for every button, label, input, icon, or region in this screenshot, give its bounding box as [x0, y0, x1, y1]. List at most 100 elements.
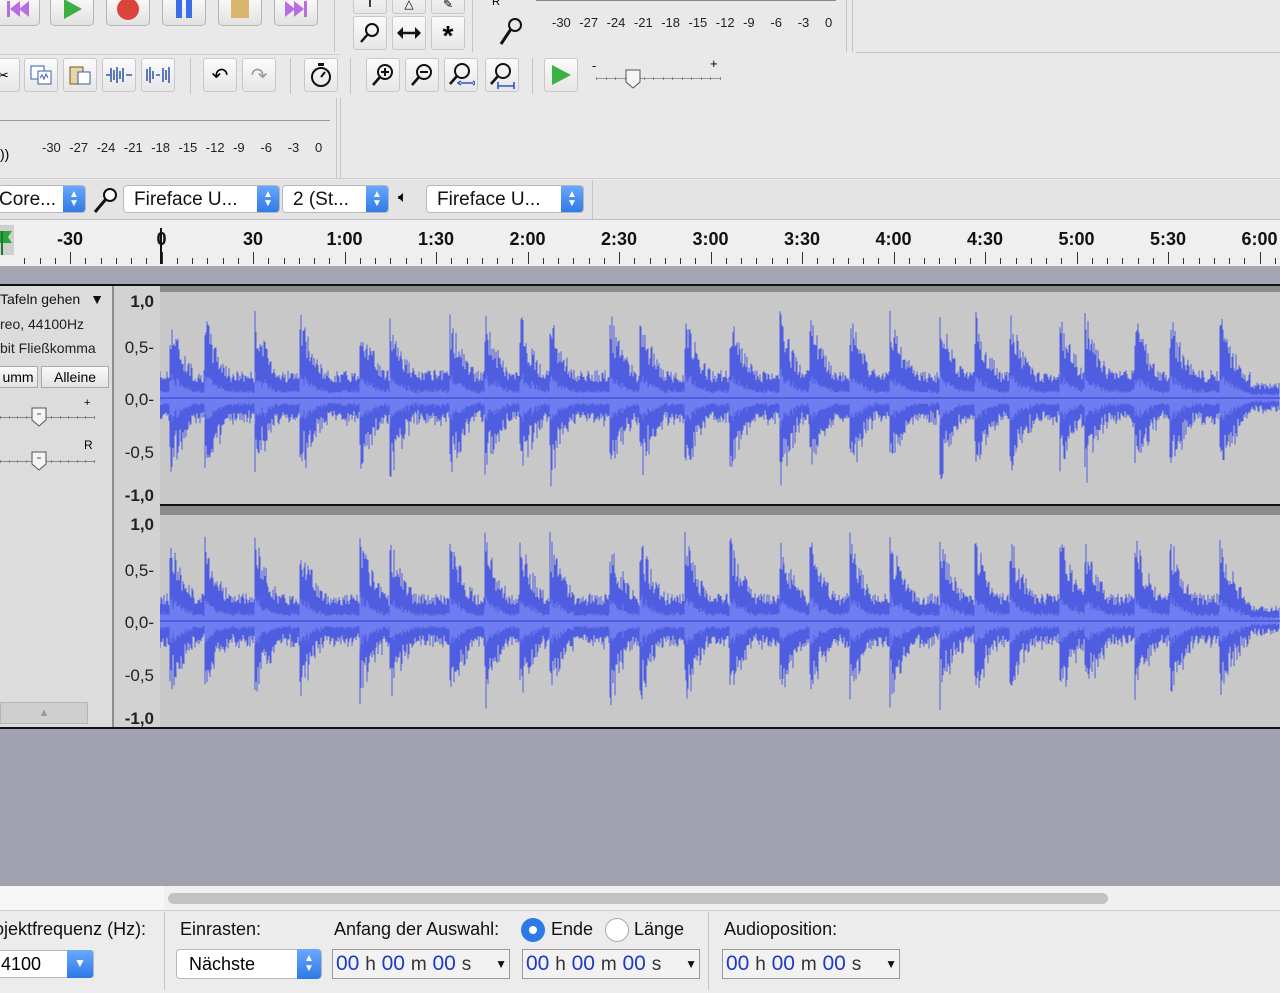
- project-rate-combo[interactable]: 4100 ▼: [0, 950, 94, 978]
- ruler-tick: [420, 258, 422, 264]
- length-radio[interactable]: [605, 918, 629, 942]
- trim-button[interactable]: [102, 58, 136, 92]
- pause-button[interactable]: [162, 0, 206, 26]
- time-shift-tool-button[interactable]: [392, 16, 426, 50]
- multi-tool-button[interactable]: *: [431, 16, 465, 50]
- ruler-tick: [847, 258, 849, 264]
- select-tool[interactable]: I: [353, 0, 387, 14]
- ruler-tick: [146, 258, 148, 264]
- sync-lock-button[interactable]: [304, 58, 338, 92]
- ruler-tick: [893, 252, 895, 264]
- undo-button[interactable]: ↶: [203, 58, 237, 92]
- ruler-tick: [619, 252, 620, 264]
- selection-end-time[interactable]: 00 h 00 m 00 s ▼: [522, 949, 700, 979]
- ruler-tick: [1122, 258, 1124, 264]
- slider-tick: [17, 460, 19, 463]
- pan-slider-thumb[interactable]: [30, 450, 48, 477]
- skip-start-button[interactable]: [0, 0, 40, 26]
- ruler-tick: [1061, 258, 1063, 264]
- chevron-down-icon[interactable]: ▼: [885, 950, 897, 978]
- amplitude-label: 0,0-: [124, 390, 154, 409]
- zoom-in-button[interactable]: [366, 58, 400, 92]
- mute-button[interactable]: umm: [0, 366, 38, 388]
- stopwatch-icon: [311, 63, 331, 87]
- record-meter-bar[interactable]: [536, 0, 836, 1]
- gain-slider-thumb[interactable]: [30, 406, 48, 433]
- play-icon: [552, 65, 571, 85]
- record-meter-icon[interactable]: [496, 14, 526, 53]
- slider-tick: [653, 77, 655, 80]
- zoom-in-icon: [372, 64, 393, 86]
- end-radio[interactable]: [521, 918, 545, 942]
- amplitude-label: -1,0: [124, 709, 154, 728]
- redo-button[interactable]: ↷: [242, 58, 276, 92]
- paste-button[interactable]: [63, 58, 97, 92]
- ruler-label: 4:00: [875, 229, 912, 249]
- track-name-menu[interactable]: Tafeln gehen ▼: [0, 291, 110, 311]
- meter-tick-label: -6: [770, 15, 782, 30]
- mute-label: umm: [2, 369, 34, 385]
- empty-track-area[interactable]: [0, 729, 1280, 886]
- ruler-tick: [1000, 258, 1002, 264]
- recording-device-dropdown[interactable]: Fireface U... ▲ ▼: [123, 185, 280, 213]
- play-at-speed-button[interactable]: [544, 58, 578, 92]
- play-icon: [64, 0, 82, 19]
- recording-channels-dropdown[interactable]: 2 (St... ▲ ▼: [282, 185, 389, 213]
- audio-host-dropdown[interactable]: Core... ▲ ▼: [0, 185, 86, 213]
- playback-meter-bar[interactable]: [0, 120, 330, 121]
- chevron-down-icon[interactable]: ▼: [495, 950, 507, 978]
- record-button[interactable]: [106, 0, 150, 26]
- fit-project-button[interactable]: [485, 58, 519, 92]
- slider-tick: [59, 460, 61, 463]
- ruler-tick: [1168, 252, 1169, 264]
- collapse-track-button[interactable]: ▲: [0, 702, 88, 724]
- microphone-icon: [499, 18, 522, 45]
- waveform-channel-right[interactable]: [160, 515, 1280, 727]
- audio-position-time[interactable]: 00 h 00 m 00 s ▼: [722, 949, 900, 979]
- record-icon: [117, 0, 139, 20]
- ruler-tick: [1198, 258, 1200, 264]
- solo-button[interactable]: Alleine: [41, 366, 109, 388]
- selection-start-time[interactable]: 00 h 00 m 00 s ▼: [332, 949, 510, 979]
- play-button[interactable]: [50, 0, 94, 26]
- draw-tool[interactable]: ✎: [431, 0, 465, 14]
- meter-tick-label: 0: [825, 15, 833, 30]
- playhead-marker[interactable]: [160, 228, 162, 264]
- selection-start-label: Anfang der Auswahl:: [334, 919, 500, 939]
- silence-button[interactable]: [141, 58, 175, 92]
- ruler-tick: [802, 252, 803, 264]
- playback-device-dropdown[interactable]: Fireface U... ▲ ▼: [426, 185, 584, 213]
- chevron-down-icon: ▼: [90, 291, 104, 307]
- ruler-label: 5:00: [1058, 229, 1095, 249]
- envelope-tool[interactable]: △: [392, 0, 426, 14]
- horizontal-scrollbar-thumb[interactable]: [168, 893, 1108, 904]
- skip-end-button[interactable]: [274, 0, 318, 26]
- zoom-tool-button[interactable]: [353, 16, 387, 50]
- separator: [340, 98, 341, 178]
- speed-slider-thumb[interactable]: [624, 68, 642, 95]
- chevron-down-icon[interactable]: ▼: [67, 950, 93, 978]
- fit-selection-button[interactable]: [444, 58, 478, 92]
- meter-tick-label: -6: [260, 140, 272, 155]
- stop-button[interactable]: [218, 0, 262, 26]
- ruler-tick: [85, 258, 87, 264]
- meter-tick-label: -9: [743, 15, 755, 30]
- separator: [472, 0, 473, 52]
- copy-button[interactable]: [24, 58, 58, 92]
- cut-button[interactable]: ✂: [0, 58, 20, 92]
- snap-dropdown[interactable]: Nächste ▲ ▼: [176, 949, 322, 979]
- separator: [532, 58, 533, 94]
- ruler-tick: [924, 258, 925, 264]
- slider-tick: [94, 416, 95, 419]
- chevron-up-icon: ▲: [38, 707, 50, 719]
- slider-tick: [51, 460, 53, 463]
- ruler-tick: [390, 258, 392, 264]
- track-format-info: reo, 44100Hz: [0, 316, 85, 332]
- zoom-out-button[interactable]: [405, 58, 439, 92]
- chevron-down-icon[interactable]: ▼: [685, 950, 697, 978]
- ruler-tick: [542, 258, 544, 264]
- waveform-channel-left[interactable]: [160, 292, 1280, 504]
- slider-tick: [17, 416, 19, 419]
- ruler-tick: [24, 258, 26, 264]
- amplitude-label: -0,5: [124, 443, 154, 462]
